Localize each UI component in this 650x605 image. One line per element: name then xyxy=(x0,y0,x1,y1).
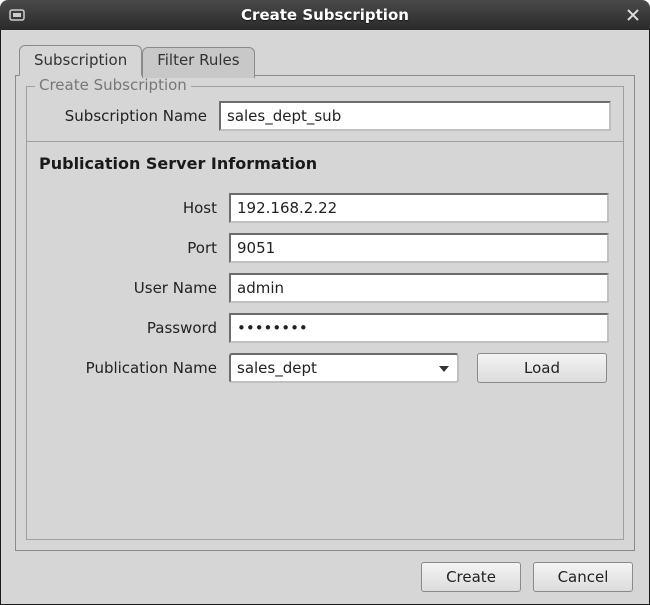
publication-name-select[interactable]: sales_dept xyxy=(229,353,459,383)
tabs: Subscription Filter Rules Create Subscri… xyxy=(15,44,635,550)
host-input[interactable] xyxy=(229,193,609,223)
dialog-button-bar: Create Cancel xyxy=(15,550,635,594)
divider xyxy=(27,141,623,142)
group-title: Create Subscription xyxy=(35,76,191,94)
subscription-name-input[interactable] xyxy=(219,101,611,131)
app-icon xyxy=(8,6,26,24)
section-title: Publication Server Information xyxy=(39,154,611,173)
label-port: Port xyxy=(39,239,229,257)
user-name-input[interactable] xyxy=(229,273,609,303)
tab-subscription[interactable]: Subscription xyxy=(19,45,142,76)
tab-filter-rules[interactable]: Filter Rules xyxy=(142,47,254,78)
tab-pane-subscription: Create Subscription Subscription Name Pu… xyxy=(15,75,635,551)
create-button[interactable]: Create xyxy=(421,562,521,592)
port-input[interactable] xyxy=(229,233,609,263)
password-input[interactable] xyxy=(229,313,609,343)
title-bar: Create Subscription xyxy=(0,0,650,30)
dialog-client: Subscription Filter Rules Create Subscri… xyxy=(0,30,650,605)
label-host: Host xyxy=(39,199,229,217)
window-title: Create Subscription xyxy=(26,6,624,24)
label-subscription-name: Subscription Name xyxy=(39,107,219,125)
load-button[interactable]: Load xyxy=(477,353,607,383)
label-password: Password xyxy=(39,319,229,337)
label-user-name: User Name xyxy=(39,279,229,297)
label-publication-name: Publication Name xyxy=(39,359,229,377)
cancel-button[interactable]: Cancel xyxy=(533,562,633,592)
group-create-subscription: Create Subscription Subscription Name Pu… xyxy=(26,86,624,540)
close-icon[interactable] xyxy=(624,6,642,24)
